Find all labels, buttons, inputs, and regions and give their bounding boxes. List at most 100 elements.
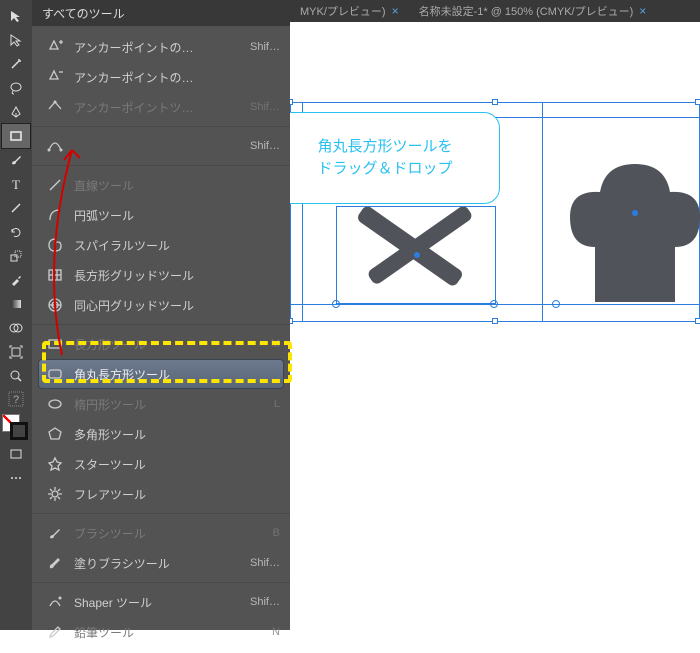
spiral-icon (46, 236, 64, 254)
tool-row-blob-brush[interactable]: 塗りブラシツールShif… (32, 548, 290, 578)
brush-tool-icon[interactable] (2, 148, 30, 172)
gradient-tool-icon[interactable] (2, 292, 30, 316)
tool-label: スパイラルツール (74, 237, 270, 254)
tool-label: スターツール (74, 456, 270, 473)
center-point[interactable] (632, 210, 638, 216)
rectangle-icon (46, 335, 64, 353)
tool-row-polygon[interactable]: 多角形ツール (32, 419, 290, 449)
tool-row-brush[interactable]: ブラシツール B (32, 518, 290, 548)
help-icon[interactable]: ? (2, 388, 30, 410)
shape-builder-tool-icon[interactable] (2, 316, 30, 340)
tool-row-rect-grid[interactable]: 長方形グリッドツール (32, 260, 290, 290)
tool-shortcut: M (271, 338, 280, 350)
tool-shortcut: L (274, 398, 280, 410)
tool-label: 円弧ツール (74, 207, 270, 224)
tool-row-rounded-rect[interactable]: 角丸長方形ツール (32, 359, 290, 389)
svg-text:?: ? (13, 394, 19, 406)
shaper-icon (46, 593, 64, 611)
screen-mode-icon[interactable] (2, 442, 30, 466)
tool-shortcut: B (273, 527, 280, 539)
center-point[interactable] (414, 252, 420, 258)
selection-handle[interactable] (695, 99, 700, 105)
anchor-add-icon (46, 38, 64, 56)
tab-bar: MYK/プレビュー) × 名称未設定-1* @ 150% (CMYK/プレビュー… (290, 0, 700, 22)
type-tool-icon[interactable]: T (2, 172, 30, 196)
chef-hat-shape (560, 152, 700, 312)
tool-label: フレアツール (74, 486, 270, 503)
tool-row-shaper[interactable]: Shaper ツール Shif… (32, 587, 290, 617)
tool-shortcut: Shif… (250, 41, 280, 53)
tool-label: ブラシツール (74, 525, 263, 542)
selection-tool-icon[interactable] (2, 4, 30, 28)
tool-label: Shaper ツール (74, 594, 240, 611)
tool-shortcut: N (272, 626, 280, 638)
brush-icon (46, 524, 64, 542)
stroke-swatch[interactable] (10, 422, 28, 440)
anchor-convert-icon (46, 98, 64, 116)
document-tab[interactable]: 名称未設定-1* @ 150% (CMYK/プレビュー) × (409, 0, 657, 22)
ellipse-icon (46, 395, 64, 413)
tool-row-pencil[interactable]: 鉛筆ツール N (32, 617, 290, 647)
selection-handle[interactable] (695, 318, 700, 324)
tool-row-star[interactable]: スターツール (32, 449, 290, 479)
guide-line (542, 102, 543, 322)
anchor-point[interactable] (552, 300, 560, 308)
close-tab-icon[interactable]: × (392, 4, 399, 18)
tool-row-curvature[interactable]: Shif… (32, 131, 290, 161)
instruction-callout: 角丸長方形ツールを ドラッグ＆ドロップ (270, 112, 500, 204)
tool-row-line[interactable]: 直線ツール (32, 170, 290, 200)
tool-shortcut: Shif… (250, 596, 280, 608)
anchor-point[interactable] (490, 300, 498, 308)
tab-label: 名称未設定-1* @ 150% (CMYK/プレビュー) (419, 3, 634, 19)
color-swatches[interactable] (2, 414, 30, 442)
lasso-tool-icon[interactable] (2, 76, 30, 100)
eyedropper-tool-icon[interactable] (2, 268, 30, 292)
curvature-icon (46, 137, 64, 155)
tool-row-ellipse[interactable]: 楕円形ツール L (32, 389, 290, 419)
tool-row-arc[interactable]: 円弧ツール (32, 200, 290, 230)
tool-row-polar-grid[interactable]: 同心円グリッドツール (32, 290, 290, 320)
anchor-point[interactable] (332, 300, 340, 308)
zoom-tool-icon[interactable] (2, 364, 30, 388)
rect-grid-icon (46, 266, 64, 284)
rotate-tool-icon[interactable] (2, 220, 30, 244)
line-tool-icon[interactable] (2, 196, 30, 220)
polygon-icon (46, 425, 64, 443)
tool-row-anchor-del[interactable]: アンカーポイントの… (32, 62, 290, 92)
blob-brush-icon (46, 554, 64, 572)
artboard-tool-icon[interactable] (2, 340, 30, 364)
tool-row-rectangle[interactable]: 長方形ツールM (32, 329, 290, 359)
rounded-rect-icon (46, 365, 64, 383)
tool-label: 多角形ツール (74, 426, 270, 443)
tool-shortcut: Shif… (250, 140, 280, 152)
selection-handle[interactable] (492, 318, 498, 324)
edit-toolbar-icon[interactable] (2, 466, 30, 490)
magic-wand-tool-icon[interactable] (2, 52, 30, 76)
selection-handle[interactable] (492, 99, 498, 105)
tool-label: 鉛筆ツール (74, 624, 262, 641)
direct-select-tool-icon[interactable] (2, 28, 30, 52)
star-icon (46, 455, 64, 473)
rectangle-tool-icon[interactable] (2, 124, 30, 148)
flare-icon (46, 485, 64, 503)
scale-tool-icon[interactable] (2, 244, 30, 268)
document-tab[interactable]: MYK/プレビュー) × (290, 0, 409, 22)
pencil-icon (46, 623, 64, 641)
pen-tool-icon[interactable] (2, 100, 30, 124)
tool-shortcut: Shif… (250, 557, 280, 569)
close-tab-icon[interactable]: × (639, 4, 646, 18)
tool-label: 角丸長方形ツール (74, 366, 270, 383)
tool-row-flare[interactable]: フレアツール (32, 479, 290, 509)
polar-grid-icon (46, 296, 64, 314)
panel-title: すべてのツール (32, 0, 290, 26)
vertical-toolbar: T ? (0, 0, 32, 630)
tool-label: 楕円形ツール (74, 396, 264, 413)
svg-text:T: T (12, 177, 20, 191)
tool-row-anchor-convert[interactable]: アンカーポイントツ…Shif… (32, 92, 290, 122)
line-icon (46, 176, 64, 194)
tool-row-anchor-add[interactable]: アンカーポイントの…Shif… (32, 32, 290, 62)
tool-row-spiral[interactable]: スパイラルツール (32, 230, 290, 260)
tool-shortcut: Shif… (250, 101, 280, 113)
tool-label: 同心円グリッドツール (74, 297, 270, 314)
arc-icon (46, 206, 64, 224)
